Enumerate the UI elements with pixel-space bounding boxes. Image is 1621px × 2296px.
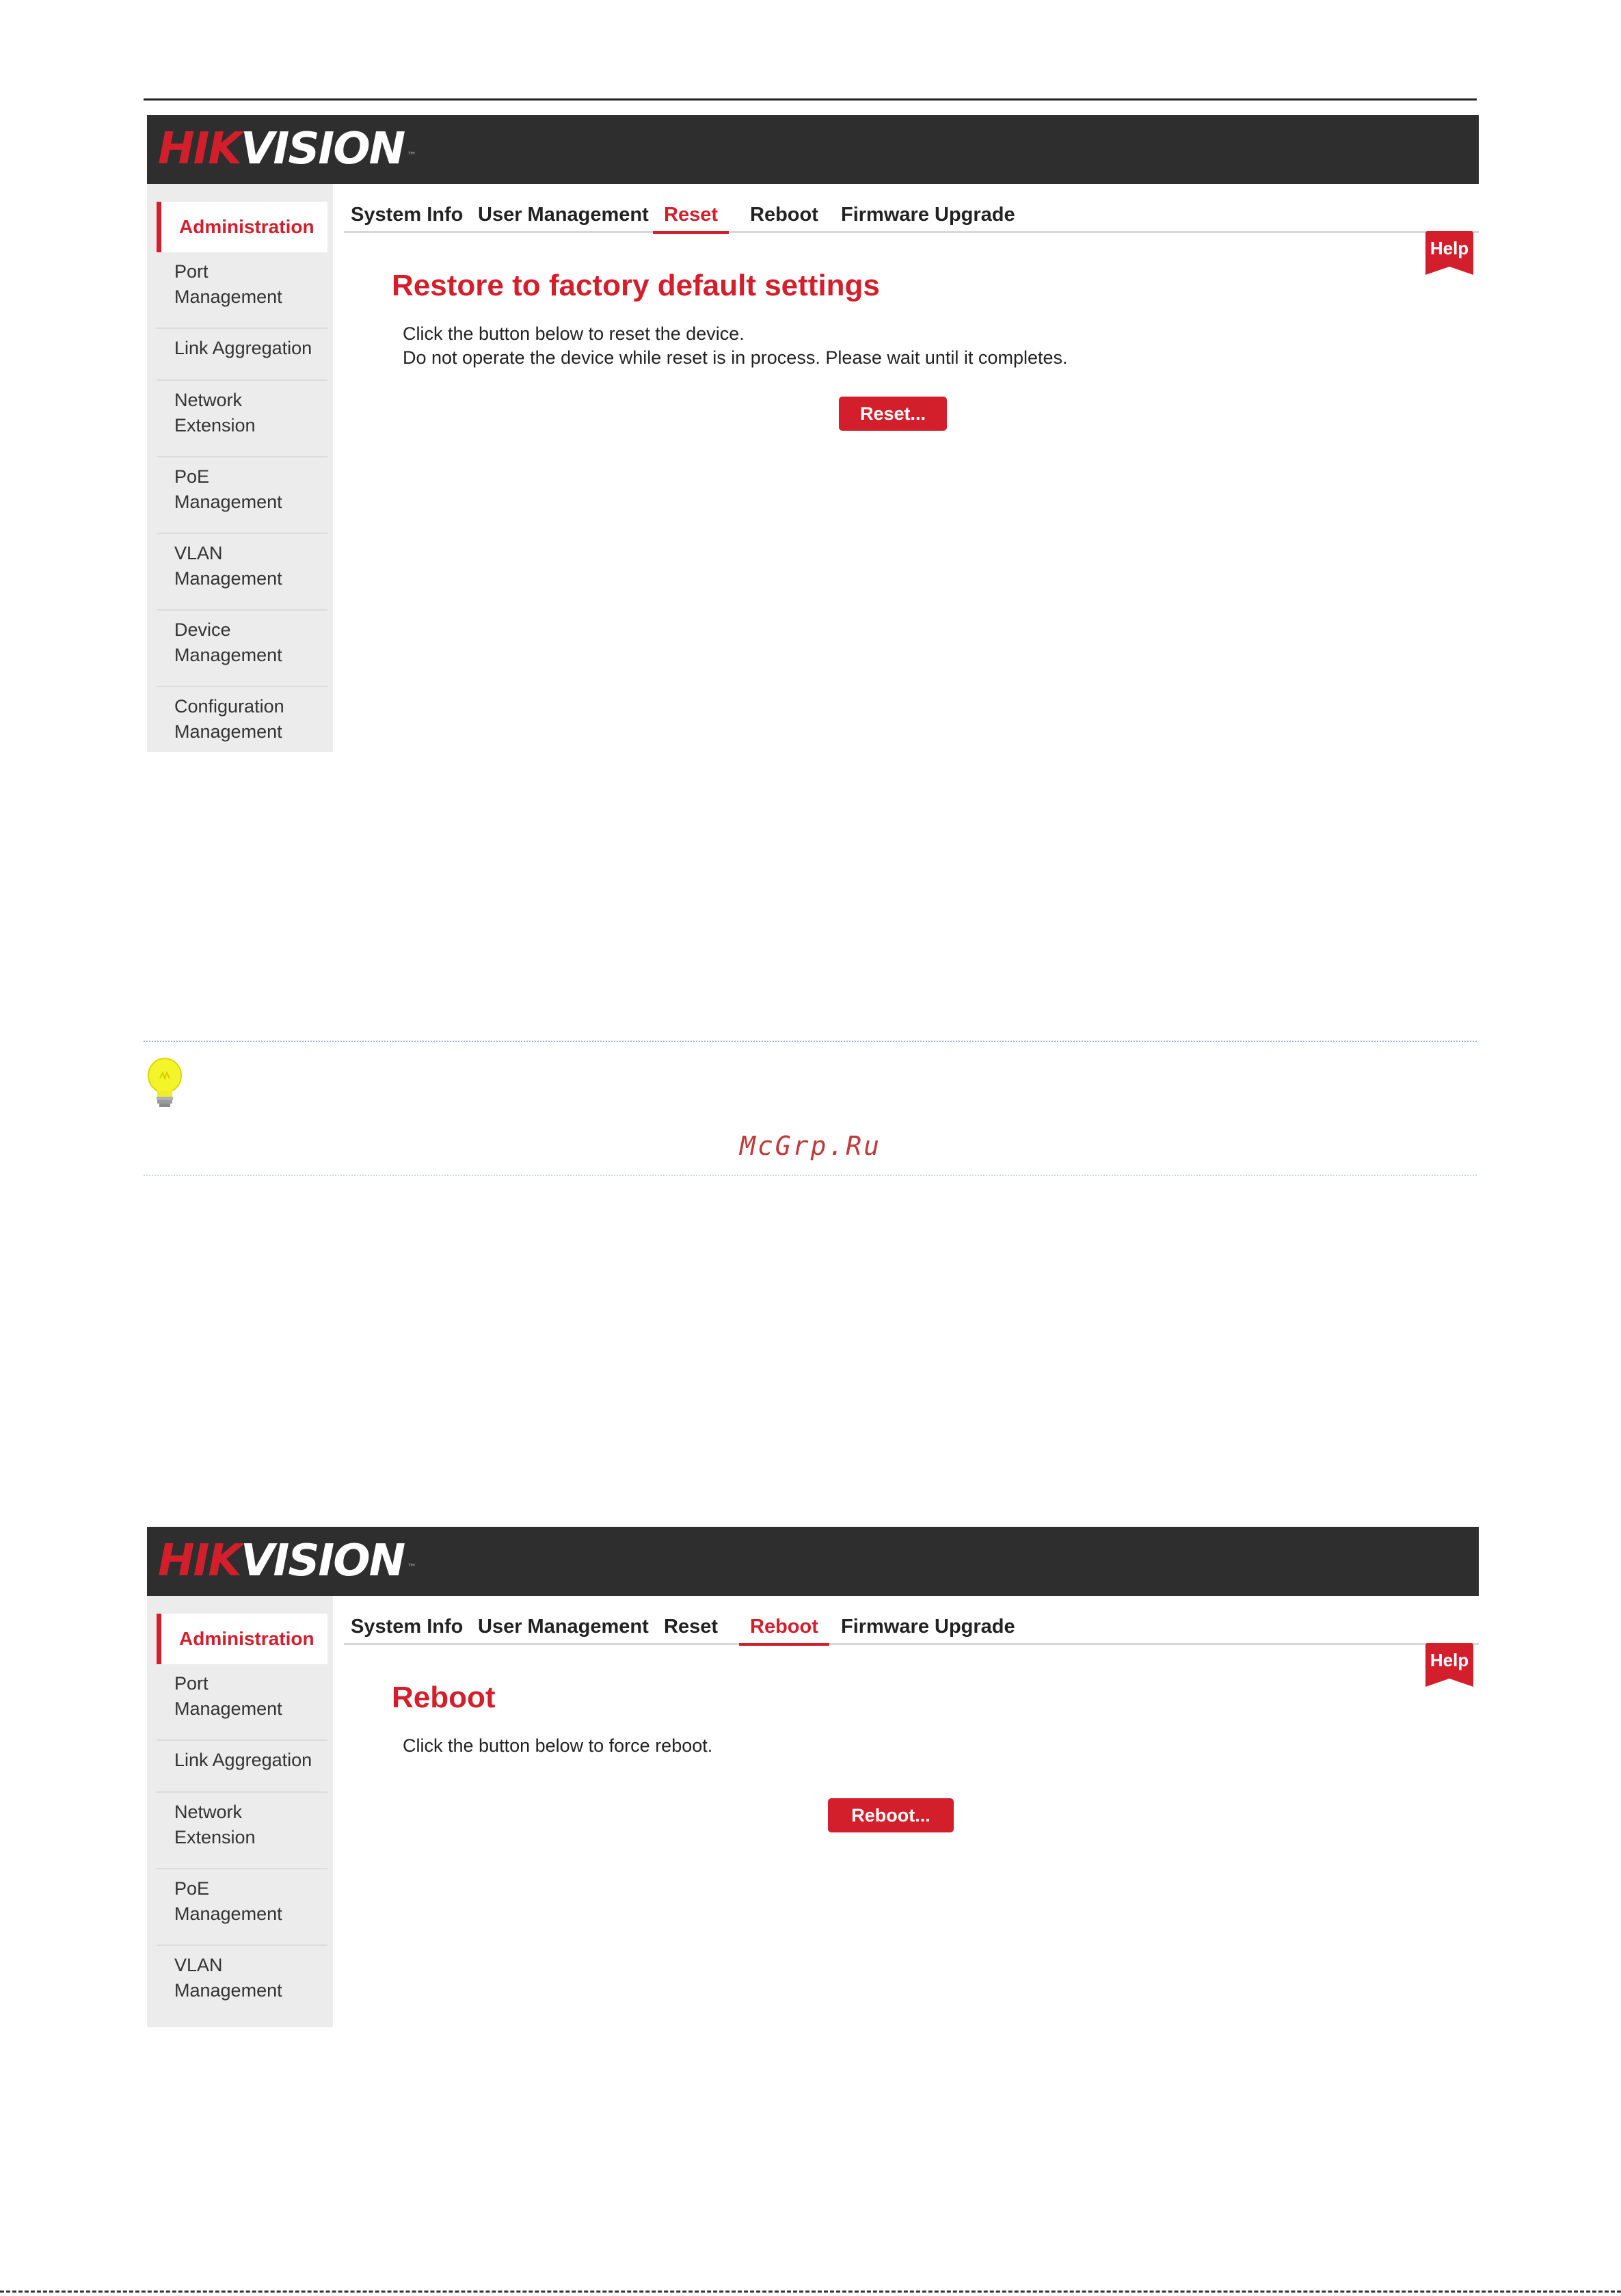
tab-reset[interactable]: Reset <box>653 202 729 234</box>
sidebar-item-network-extension[interactable]: Network Extension <box>157 381 327 457</box>
hikvision-logo: HIKVISION ™ <box>158 1536 416 1586</box>
page-title: Restore to factory default settings <box>392 269 880 302</box>
reboot-description: Click the button below to force reboot. <box>403 1735 713 1756</box>
sidebar-list: Port Management Link Aggregation Network… <box>157 252 327 764</box>
reset-button[interactable]: Reset... <box>839 397 947 431</box>
note-top-divider <box>144 1041 1477 1042</box>
tab-user-management[interactable]: User Management <box>478 1614 649 1643</box>
tab-reboot[interactable]: Reboot <box>750 202 818 231</box>
page-title: Reboot <box>392 1681 496 1714</box>
watermark-text: McGrp.Ru <box>739 1131 882 1161</box>
sidebar-item-network-extension[interactable]: Network Extension <box>157 1793 327 1869</box>
sidebar-item-device-management[interactable]: Device Management <box>157 611 327 687</box>
app-header: HIKVISION ™ <box>147 1527 1479 1596</box>
sidebar-item-administration[interactable]: Administration <box>157 202 327 252</box>
sidebar-item-poe-management[interactable]: PoE Management <box>157 1869 327 1946</box>
tab-system-info[interactable]: System Info <box>351 1614 463 1643</box>
lightbulb-icon <box>146 1058 183 1112</box>
tab-firmware-upgrade[interactable]: Firmware Upgrade <box>841 1614 1015 1643</box>
page-bottom-rule <box>0 2291 1621 2293</box>
reboot-screenshot: HIKVISION ™ Administration Port Managemen… <box>147 1527 1479 2027</box>
sidebar-item-link-aggregation[interactable]: Link Aggregation <box>157 1741 327 1793</box>
sidebar-item-configuration-management[interactable]: Configuration Management <box>157 687 327 764</box>
tab-bar: System Info User Management Reset Reboot… <box>344 1614 1479 1646</box>
sidebar-list: Port Management Link Aggregation Network… <box>157 1664 327 2023</box>
app-header: HIKVISION ™ <box>147 115 1479 184</box>
note-bottom-divider <box>144 1175 1477 1176</box>
page-top-rule <box>144 98 1477 101</box>
sidebar-item-port-management[interactable]: Port Management <box>157 252 327 329</box>
help-button[interactable]: Help <box>1425 1643 1473 1687</box>
sidebar-item-poe-management[interactable]: PoE Management <box>157 457 327 534</box>
tab-user-management[interactable]: User Management <box>478 202 649 231</box>
sidebar-item-vlan-management[interactable]: VLAN Management <box>157 534 327 611</box>
sidebar-item-vlan-management[interactable]: VLAN Management <box>157 1946 327 2023</box>
tab-reset[interactable]: Reset <box>664 1614 718 1643</box>
tab-bar: System Info User Management Reset Reboot… <box>344 202 1479 234</box>
help-button[interactable]: Help <box>1425 231 1473 275</box>
sidebar-item-link-aggregation[interactable]: Link Aggregation <box>157 329 327 381</box>
sidebar: Administration Port Management Link Aggr… <box>147 184 333 752</box>
sidebar-item-administration[interactable]: Administration <box>157 1614 327 1664</box>
sidebar-item-port-management[interactable]: Port Management <box>157 1664 327 1741</box>
sidebar: Administration Port Management Link Aggr… <box>147 1596 333 2027</box>
tab-firmware-upgrade[interactable]: Firmware Upgrade <box>841 202 1015 231</box>
tab-system-info[interactable]: System Info <box>351 202 463 231</box>
reset-description: Click the button below to reset the devi… <box>403 323 1068 368</box>
hikvision-logo: HIKVISION ™ <box>158 124 416 174</box>
reset-screenshot: HIKVISION ™ Administration Port Managemen… <box>147 115 1479 752</box>
tab-reboot[interactable]: Reboot <box>739 1614 829 1646</box>
reboot-button[interactable]: Reboot... <box>828 1798 954 1832</box>
